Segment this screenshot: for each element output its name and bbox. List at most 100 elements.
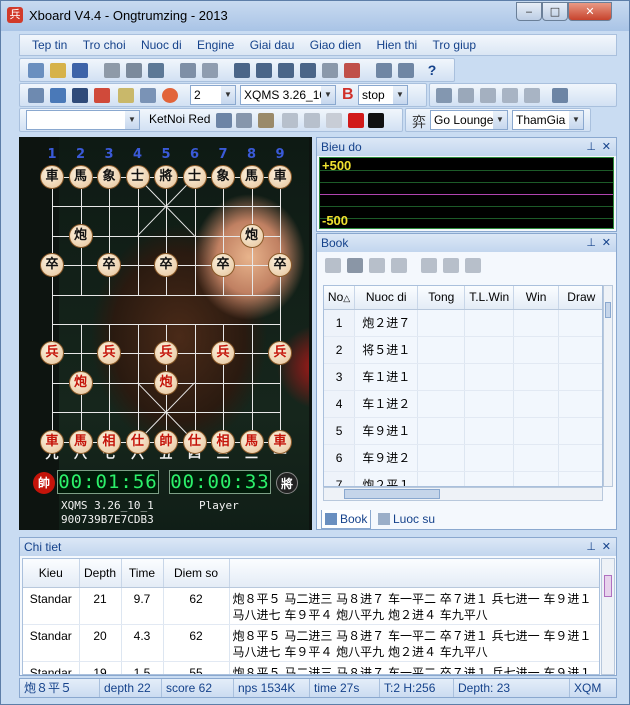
lightning-icon[interactable] xyxy=(325,258,341,273)
engine-black-icon[interactable] xyxy=(72,88,88,103)
level-select[interactable]: 2 ▼ xyxy=(190,85,236,105)
teapot-icon[interactable] xyxy=(258,113,274,128)
minimize-button[interactable]: ‒ xyxy=(516,2,542,21)
book-row[interactable]: 1 炮２进７ xyxy=(324,309,602,337)
book-row[interactable]: 3 车１进１ xyxy=(324,363,602,391)
column-header-type[interactable]: Kieu xyxy=(23,559,80,588)
black-piece[interactable]: 士 xyxy=(125,165,150,189)
black-piece[interactable]: 車 xyxy=(268,165,292,189)
red-piece[interactable]: 馬 xyxy=(68,429,93,454)
room-select[interactable]: Go Lounge ▼ xyxy=(430,110,508,130)
menu-giao-dien[interactable]: Giao dien xyxy=(310,35,361,55)
clock-icon[interactable] xyxy=(304,113,320,128)
column-header-move[interactable]: Nuoc di xyxy=(354,286,419,310)
column-header-time[interactable]: Time xyxy=(121,559,164,588)
black-piece[interactable]: 士 xyxy=(182,165,207,189)
help-icon[interactable]: ? xyxy=(424,63,440,78)
back-icon[interactable] xyxy=(256,63,272,78)
undo-icon[interactable] xyxy=(322,63,338,78)
close-icon[interactable]: ✕ xyxy=(602,138,611,156)
chat-icon[interactable] xyxy=(326,113,342,128)
lock-icon[interactable] xyxy=(369,258,385,273)
connect-icon[interactable] xyxy=(216,113,232,128)
column-header-win[interactable]: Win xyxy=(513,286,560,310)
black-piece[interactable]: 將 xyxy=(154,165,178,189)
export-icon[interactable] xyxy=(465,258,481,273)
black-piece[interactable]: 炮 xyxy=(68,223,93,248)
monitor-icon[interactable] xyxy=(50,88,66,103)
red-piece[interactable]: 帥 xyxy=(154,429,178,454)
title-bar[interactable]: 兵 Xboard V4.4 - Ongtrumzing - 2013 ‒ □ ✕ xyxy=(1,1,629,31)
black-piece[interactable]: 卒 xyxy=(40,253,64,278)
book-row[interactable]: 5 车９进１ xyxy=(324,417,602,445)
engine-move-icon[interactable] xyxy=(344,63,360,78)
black-piece[interactable]: 象 xyxy=(211,165,235,189)
last-move-icon[interactable] xyxy=(300,63,316,78)
users-icon[interactable] xyxy=(282,113,298,128)
red-piece[interactable]: 相 xyxy=(97,429,121,454)
red-piece[interactable]: 車 xyxy=(40,429,64,454)
engine-red-icon[interactable] xyxy=(94,88,110,103)
menu-giai-dau[interactable]: Giai dau xyxy=(250,35,295,55)
close-icon[interactable]: ✕ xyxy=(602,538,611,556)
close-icon[interactable]: ✕ xyxy=(602,234,611,252)
red-piece[interactable]: 仕 xyxy=(125,429,150,454)
red-flag-icon[interactable] xyxy=(348,113,364,128)
new-icon[interactable] xyxy=(28,63,44,78)
black-piece[interactable]: 卒 xyxy=(97,253,121,278)
book-row[interactable]: 6 车９进２ xyxy=(324,444,602,472)
black-piece[interactable]: 卒 xyxy=(268,253,292,278)
join-select[interactable]: ThamGia ▼ xyxy=(512,110,584,130)
xiangqi-board[interactable]: 123456789九八七六五四三二一 車馬象士將士象馬車炮炮卒卒卒卒卒兵兵兵兵兵… xyxy=(19,137,312,530)
copy-fen-icon[interactable] xyxy=(104,63,120,78)
red-piece[interactable]: 馬 xyxy=(239,429,264,454)
target-icon[interactable] xyxy=(162,88,178,103)
red-piece[interactable]: 相 xyxy=(211,429,235,454)
menu-tro-giup[interactable]: Tro giup xyxy=(433,35,477,55)
book-icon[interactable] xyxy=(376,63,392,78)
menu-tep-tin[interactable]: Tep tin xyxy=(32,35,67,55)
forward-icon[interactable] xyxy=(278,63,294,78)
scrollbar-thumb[interactable] xyxy=(605,302,611,318)
fullscreen-icon[interactable] xyxy=(202,63,218,78)
black-flag-icon[interactable] xyxy=(368,113,384,128)
column-header-no[interactable]: No△ xyxy=(324,286,356,310)
menu-tro-choi[interactable]: Tro choi xyxy=(83,35,126,55)
red-piece[interactable]: 炮 xyxy=(154,370,178,395)
menu-nuoc-di[interactable]: Nuoc di xyxy=(141,35,182,55)
pin-icon[interactable]: ⊥ xyxy=(586,138,596,156)
column-header-draw[interactable]: Draw xyxy=(558,286,602,310)
connect-red-select[interactable]: KetNoi Red xyxy=(146,110,218,130)
black-piece[interactable]: 卒 xyxy=(211,253,235,278)
black-piece[interactable]: 馬 xyxy=(239,165,264,189)
analyze-icon[interactable] xyxy=(140,88,156,103)
save-icon[interactable] xyxy=(72,63,88,78)
black-piece[interactable]: 車 xyxy=(40,165,64,189)
open-folder-icon[interactable] xyxy=(50,63,66,78)
grid-icon[interactable] xyxy=(458,88,474,103)
column-header-total[interactable]: Tong xyxy=(417,286,466,310)
detail-row[interactable]: Standar 20 4.3 62 炮８平５ 马二进三 马８进７ 车一平二 卒７进１ 兵… xyxy=(23,624,599,662)
refresh-icon[interactable] xyxy=(524,88,540,103)
black-piece[interactable]: 炮 xyxy=(239,223,264,248)
book-horizontal-scrollbar[interactable] xyxy=(323,487,603,501)
hint-bulb-icon[interactable] xyxy=(118,88,134,103)
mode-select[interactable]: stop ▼ xyxy=(358,85,408,105)
new-game-icon[interactable] xyxy=(28,88,44,103)
black-engine-toggle[interactable]: B xyxy=(342,86,354,104)
panel-icon[interactable] xyxy=(552,88,568,103)
maximize-button[interactable]: □ xyxy=(542,2,568,21)
column-header-pv[interactable] xyxy=(229,559,599,588)
list-icon[interactable] xyxy=(480,88,496,103)
disconnect-icon[interactable] xyxy=(236,113,252,128)
column-header-depth[interactable]: Depth xyxy=(79,559,122,588)
red-piece[interactable]: 炮 xyxy=(68,370,93,395)
black-piece[interactable]: 馬 xyxy=(68,165,93,189)
layout-icon[interactable] xyxy=(398,63,414,78)
book-row[interactable]: 4 车１进２ xyxy=(324,390,602,418)
book-db-icon[interactable] xyxy=(347,258,363,273)
tab-luoc-su[interactable]: Luoc su xyxy=(375,510,445,529)
scrollbar-thumb[interactable] xyxy=(604,575,612,597)
red-piece[interactable]: 車 xyxy=(268,429,292,454)
windows-icon[interactable] xyxy=(180,63,196,78)
